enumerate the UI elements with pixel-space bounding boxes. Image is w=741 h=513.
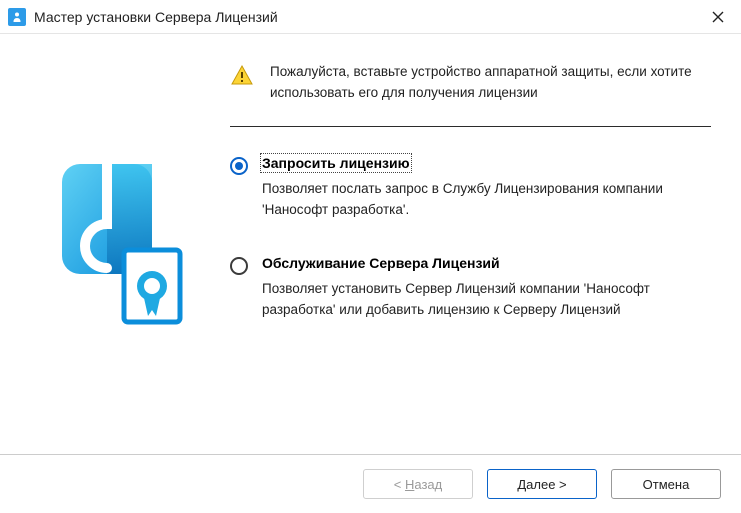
back-button: < Назад (363, 469, 473, 499)
option-body: Обслуживание Сервера Лицензий Позволяет … (262, 255, 711, 321)
window-title: Мастер установки Сервера Лицензий (34, 9, 695, 25)
app-icon (8, 8, 26, 26)
close-icon (712, 11, 724, 23)
wizard-button-bar: < Назад Далее > Отмена (0, 454, 741, 513)
cancel-button[interactable]: Отмена (611, 469, 721, 499)
titlebar: Мастер установки Сервера Лицензий (0, 0, 741, 34)
option-maintain-server[interactable]: Обслуживание Сервера Лицензий Позволяет … (230, 255, 711, 321)
hardware-key-notice: Пожалуйста, вставьте устройство аппаратн… (230, 62, 711, 127)
right-pane: Пожалуйста, вставьте устройство аппаратн… (230, 34, 741, 454)
option-title-maintain: Обслуживание Сервера Лицензий (262, 255, 500, 271)
option-desc-request: Позволяет послать запрос в Службу Лиценз… (262, 179, 711, 221)
left-pane (0, 34, 230, 454)
option-body: Запросить лицензию Позволяет послать зап… (262, 155, 711, 221)
option-title-request: Запросить лицензию (262, 155, 410, 171)
radio-maintain-server[interactable] (230, 257, 248, 275)
option-request-license[interactable]: Запросить лицензию Позволяет послать зап… (230, 155, 711, 221)
next-button[interactable]: Далее > (487, 469, 597, 499)
warning-icon (230, 64, 254, 88)
product-logo (40, 154, 190, 334)
notice-text: Пожалуйста, вставьте устройство аппаратн… (270, 62, 711, 104)
radio-request-license[interactable] (230, 157, 248, 175)
option-desc-maintain: Позволяет установить Сервер Лицензий ком… (262, 279, 711, 321)
close-button[interactable] (695, 0, 741, 34)
wizard-options: Запросить лицензию Позволяет послать зап… (230, 127, 711, 321)
wizard-content: Пожалуйста, вставьте устройство аппаратн… (0, 34, 741, 454)
